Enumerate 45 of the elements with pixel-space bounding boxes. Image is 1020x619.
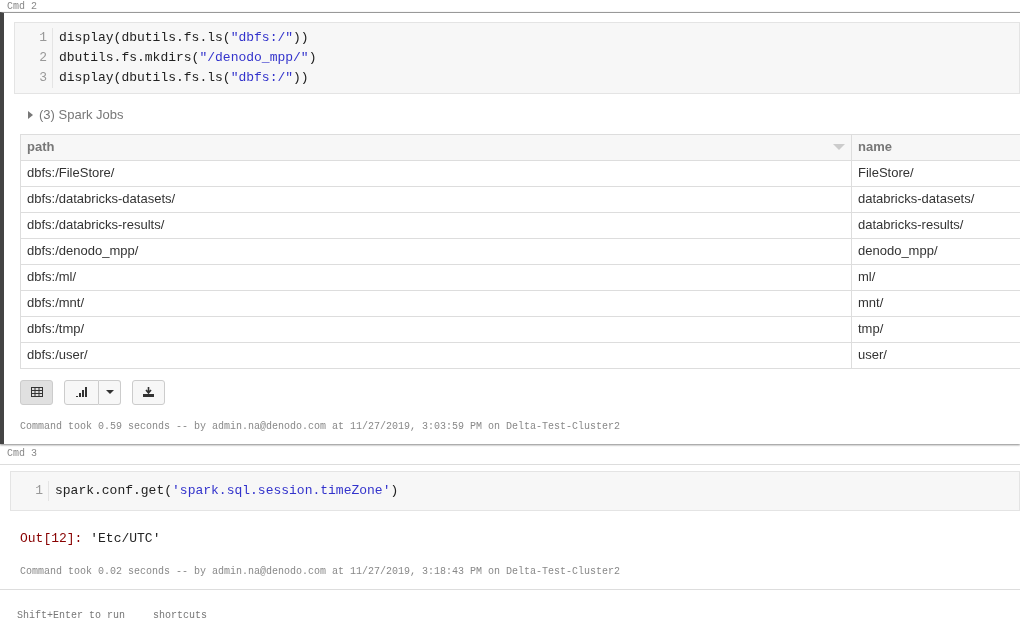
- line-number: 3: [39, 69, 47, 87]
- table-cell-text: databricks-datasets/: [857, 190, 976, 209]
- output-text: Out[12]: 'Etc/UTC': [20, 530, 161, 546]
- run-hint: Shift+Enter to run: [17, 608, 126, 619]
- table-cell: dbfs:/denodo_mpp/: [21, 238, 852, 264]
- table-cell: dbfs:/mnt/: [21, 290, 852, 316]
- bar-chart-icon: [75, 387, 88, 397]
- line-number: 2: [39, 49, 47, 67]
- table-icon: [30, 387, 43, 397]
- code-line: display(dbutils.fs.ls("dbfs:/")): [59, 29, 310, 47]
- table-cell: dbfs:/ml/: [21, 264, 852, 290]
- line-number: 1: [35, 481, 43, 500]
- command-status: Command took 0.02 seconds -- by admin.na@denodo.com at 11/27/2019, 3:18:43 PM on Delta-Test-Cluster2: [20, 565, 621, 577]
- code-line: dbutils.fs.mkdirs("/denodo_mpp/"): [59, 49, 317, 67]
- column-header[interactable]: path: [21, 134, 852, 160]
- table-cell: dbfs:/FileStore/: [21, 160, 852, 186]
- chart-view-button[interactable]: [64, 379, 99, 405]
- code-line: display(dbutils.fs.ls("dbfs:/")): [59, 69, 310, 87]
- chart-dropdown-button[interactable]: [99, 379, 121, 405]
- line-number: 1: [39, 29, 47, 47]
- column-header[interactable]: name: [852, 134, 1020, 160]
- table-cell-text: mnt/: [857, 294, 885, 313]
- table-cell: dbfs:/databricks-results/: [21, 212, 852, 238]
- table-cell: dbfs:/user/: [21, 342, 852, 368]
- table-view-button[interactable]: [20, 379, 53, 405]
- table-cell: dbfs:/tmp/: [21, 316, 852, 342]
- download-button[interactable]: [132, 379, 165, 405]
- table-cell-text: databricks-results/: [857, 216, 965, 235]
- code-line: spark.conf.get('spark.sql.session.timeZone'): [55, 481, 399, 500]
- caret-right-icon[interactable]: [28, 110, 33, 119]
- table-cell-text: FileStore/: [857, 164, 915, 183]
- table-cell-text: ml/: [857, 268, 877, 287]
- spark-jobs-toggle[interactable]: (3) Spark Jobs: [39, 105, 124, 125]
- code-editor[interactable]: 1 2 3 display(dbutils.fs.ls("dbfs:/")) dbutils.fs.mkdirs("/denodo_mpp/") display(dbutils.fs.ls("dbfs:/")): [14, 22, 1020, 94]
- caret-down-icon: [105, 390, 114, 394]
- cell-label: Cmd 2: [7, 0, 37, 14]
- table-cell-text: denodo_mpp/: [857, 242, 939, 261]
- download-icon: [143, 387, 154, 397]
- table-cell-text: user/: [857, 346, 888, 365]
- code-editor[interactable]: 1 spark.conf.get('spark.sql.session.timeZone'): [10, 470, 1020, 511]
- command-status: Command took 0.59 seconds -- by admin.na@denodo.com at 11/27/2019, 3:03:59 PM on Delta-Test-Cluster2: [20, 420, 621, 432]
- table-cell: dbfs:/databricks-datasets/: [21, 186, 852, 212]
- shortcuts-link[interactable]: shortcuts: [153, 607, 208, 619]
- cell-label: Cmd 3: [7, 447, 37, 461]
- table-cell-text: tmp/: [857, 320, 885, 339]
